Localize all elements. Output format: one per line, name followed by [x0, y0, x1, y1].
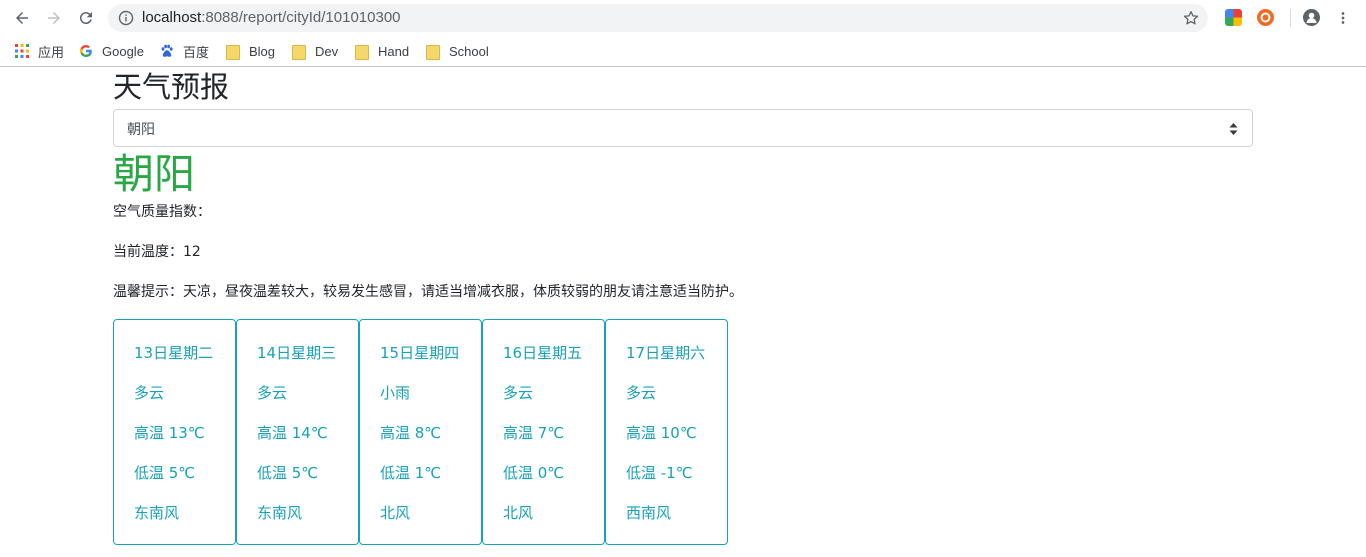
baidu-icon — [161, 44, 173, 57]
forecast-weather: 多云 — [257, 384, 288, 402]
forecast-high: 高温 8℃ — [380, 424, 442, 442]
page-title: 天气预报 — [113, 70, 230, 104]
bookmark-hand[interactable]: Hand — [355, 42, 409, 60]
bookmark-star-icon[interactable] — [1182, 9, 1200, 27]
forecast-date: 16日星期五 — [503, 344, 583, 362]
bookmark-dev[interactable]: Dev — [292, 42, 338, 60]
folder-icon — [226, 44, 240, 60]
folder-icon — [292, 44, 306, 60]
folder-icon — [355, 44, 369, 60]
extension-lifebuoy-icon[interactable] — [1257, 9, 1274, 26]
select-arrows-icon — [1229, 123, 1238, 135]
forecast-date: 14日星期三 — [257, 344, 337, 362]
city-name: 朝阳 — [113, 150, 195, 198]
bookmark-label: Google — [102, 43, 144, 59]
forecast-date: 13日星期二 — [134, 344, 214, 362]
forecast-high: 高温 10℃ — [626, 424, 697, 442]
url-host: localhost — [142, 9, 202, 26]
toolbar-divider — [1290, 9, 1291, 27]
forecast-low: 低温 5℃ — [134, 464, 196, 482]
forecast-high: 高温 13℃ — [134, 424, 205, 442]
forecast-card: 16日星期五 多云 高温 7℃ 低温 0℃ 北风 — [482, 319, 605, 545]
forecast-card: 17日星期六 多云 高温 10℃ 低温 -1℃ 西南风 — [605, 319, 728, 545]
browser-toolbar: localhost:8088/report/cityId/101010300 — [0, 0, 1366, 36]
address-bar[interactable]: localhost:8088/report/cityId/101010300 — [108, 4, 1208, 32]
apps-grid-icon — [15, 44, 29, 58]
aqi-label: 空气质量指数： — [113, 204, 211, 220]
forecast-high: 高温 7℃ — [503, 424, 565, 442]
bookmark-label: Dev — [315, 43, 339, 59]
forecast-low: 低温 1℃ — [380, 464, 442, 482]
extension-color-icon[interactable] — [1225, 9, 1242, 26]
forecast-wind: 北风 — [380, 504, 411, 522]
url-path: :8088/report/cityId/101010300 — [201, 9, 401, 26]
bookmark-school[interactable]: School — [426, 42, 489, 60]
forecast-date: 17日星期六 — [626, 344, 706, 362]
city-select-value: 朝阳 — [127, 122, 155, 138]
back-arrow-icon[interactable] — [10, 6, 34, 30]
forecast-low: 低温 -1℃ — [626, 464, 693, 482]
forecast-wind: 北风 — [503, 504, 534, 522]
forecast-wind: 东南风 — [257, 504, 303, 522]
bookmark-apps[interactable]: 应用 — [15, 42, 64, 60]
current-temperature: 当前温度：12 — [113, 244, 201, 260]
folder-icon — [426, 44, 440, 60]
menu-kebab-icon[interactable] — [1331, 6, 1355, 30]
bookmark-label: 应用 — [38, 44, 65, 60]
bookmark-label: 百度 — [183, 44, 210, 60]
url-text[interactable]: localhost:8088/report/cityId/101010300 — [142, 9, 401, 26]
forecast-weather: 小雨 — [380, 384, 411, 402]
forecast-card: 14日星期三 多云 高温 14℃ 低温 5℃ 东南风 — [236, 319, 359, 545]
forecast-low: 低温 5℃ — [257, 464, 319, 482]
forecast-low: 低温 0℃ — [503, 464, 565, 482]
forecast-wind: 西南风 — [626, 504, 672, 522]
bookmark-label: School — [449, 43, 489, 59]
bookmark-baidu[interactable]: 百度 — [160, 42, 209, 60]
forecast-card: 15日星期四 小雨 高温 8℃ 低温 1℃ 北风 — [359, 319, 482, 545]
forecast-wind: 东南风 — [134, 504, 180, 522]
reload-icon[interactable] — [74, 6, 98, 30]
bookmark-google[interactable]: Google — [79, 42, 144, 60]
profile-avatar-icon[interactable] — [1303, 9, 1320, 26]
forecast-weather: 多云 — [626, 384, 657, 402]
forecast-date: 15日星期四 — [380, 344, 460, 362]
forecast-card: 13日星期二 多云 高温 13℃ 低温 5℃ 东南风 — [113, 319, 236, 545]
weather-page: 天气预报 朝阳 朝阳 空气质量指数： 当前温度：12 温馨提示：天凉，昼夜温差较… — [113, 67, 1253, 545]
bookmark-label: Hand — [378, 43, 410, 59]
forecast-high: 高温 14℃ — [257, 424, 328, 442]
forward-arrow-icon[interactable] — [42, 6, 66, 30]
weather-tip: 温馨提示：天凉，昼夜温差较大，较易发生感冒，请适当增减衣服，体质较弱的朋友请注意… — [113, 284, 743, 300]
google-icon — [79, 45, 92, 58]
forecast-weather: 多云 — [503, 384, 534, 402]
bookmarks-bar: 应用 Google 百度 Blog Dev Hand School — [0, 36, 1366, 67]
city-select[interactable]: 朝阳 — [113, 109, 1253, 147]
info-icon[interactable] — [118, 10, 134, 26]
bookmark-label: Blog — [249, 43, 276, 59]
forecast-weather: 多云 — [134, 384, 165, 402]
forecast-cards: 13日星期二 多云 高温 13℃ 低温 5℃ 东南风 14日星期三 多云 高温 … — [113, 319, 1253, 545]
bookmark-blog[interactable]: Blog — [226, 42, 275, 60]
